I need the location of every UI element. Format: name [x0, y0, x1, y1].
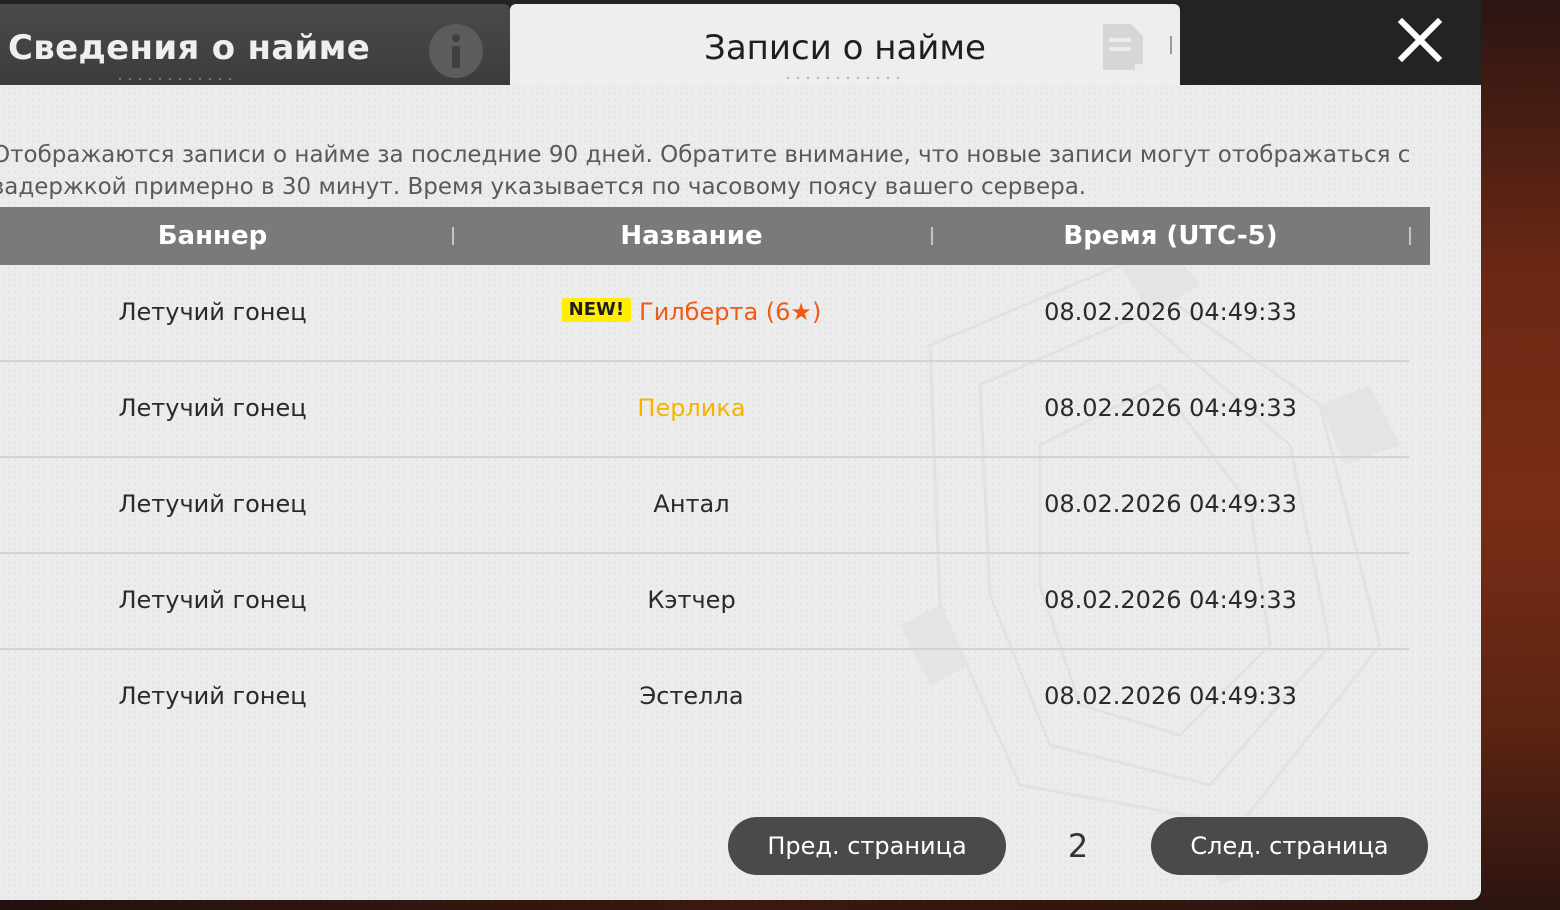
- table-header: Баннер Название Время (UTC-5): [0, 207, 1430, 265]
- document-icon: [1103, 24, 1143, 70]
- table-row: Летучий гонец Кэтчер 08.02.2026 04:49:33: [0, 553, 1409, 650]
- column-separator: [1409, 227, 1411, 245]
- next-page-button[interactable]: След. страница: [1151, 817, 1428, 875]
- tab-hiring-info-label: Сведения о найме: [8, 28, 371, 68]
- cell-name: Перлика: [452, 361, 931, 456]
- notice-text: Отображаются записи о найме за последние…: [0, 142, 1411, 200]
- cell-name: NEW! Гилберта (6★): [452, 265, 931, 360]
- cell-time: 08.02.2026 04:49:33: [1044, 394, 1297, 422]
- cell-name: Кэтчер: [452, 553, 931, 648]
- tab-hiring-records-label: Записи о найме: [704, 28, 986, 68]
- character-name: Гилберта (6★): [639, 298, 822, 326]
- cell-banner: Летучий гонец: [118, 586, 307, 614]
- tab-hiring-info[interactable]: Сведения о найме: [0, 4, 510, 85]
- background-right: [1481, 0, 1560, 910]
- tab-hiring-records[interactable]: Записи о найме: [510, 4, 1180, 85]
- table-row: Летучий гонец Перлика 08.02.2026 04:49:33: [0, 361, 1409, 458]
- cell-name: Антал: [452, 457, 931, 552]
- cell-banner: Летучий гонец: [118, 490, 307, 518]
- cell-time: 08.02.2026 04:49:33: [1044, 490, 1297, 518]
- cell-time: 08.02.2026 04:49:33: [1044, 298, 1297, 326]
- table-row: Летучий гонец Антал 08.02.2026 04:49:33: [0, 457, 1409, 554]
- background-bottom: [0, 900, 1481, 910]
- tab-dots: [783, 76, 907, 80]
- cell-banner: Летучий гонец: [118, 394, 307, 422]
- column-header-name: Название: [620, 221, 763, 251]
- table-row: Летучий гонец NEW! Гилберта (6★) 08.02.2026…: [0, 265, 1409, 362]
- column-header-banner: Баннер: [157, 221, 268, 251]
- page-number: 2: [1067, 827, 1089, 865]
- tab-bar: Сведения о найме Записи о найме: [0, 0, 1481, 85]
- new-badge: NEW!: [561, 298, 632, 322]
- cell-time: 08.02.2026 04:49:33: [1044, 682, 1297, 710]
- close-icon[interactable]: [1392, 12, 1448, 68]
- character-name: Перлика: [637, 394, 746, 422]
- tab-dots: [115, 77, 239, 81]
- column-header-time: Время (UTC-5): [1063, 221, 1278, 251]
- cell-name: Эстелла: [452, 649, 931, 744]
- info-icon: [429, 24, 483, 78]
- records-panel: Отображаются записи о найме за последние…: [0, 85, 1481, 900]
- character-name: Эстелла: [639, 682, 744, 710]
- cell-time: 08.02.2026 04:49:33: [1044, 586, 1297, 614]
- prev-page-button[interactable]: Пред. страница: [728, 817, 1006, 875]
- character-name: Кэтчер: [647, 586, 736, 614]
- tab-separator: [1170, 36, 1172, 54]
- table-row: Летучий гонец Эстелла 08.02.2026 04:49:33: [0, 649, 1409, 744]
- cell-banner: Летучий гонец: [118, 298, 307, 326]
- cell-banner: Летучий гонец: [118, 682, 307, 710]
- character-name: Антал: [653, 490, 730, 518]
